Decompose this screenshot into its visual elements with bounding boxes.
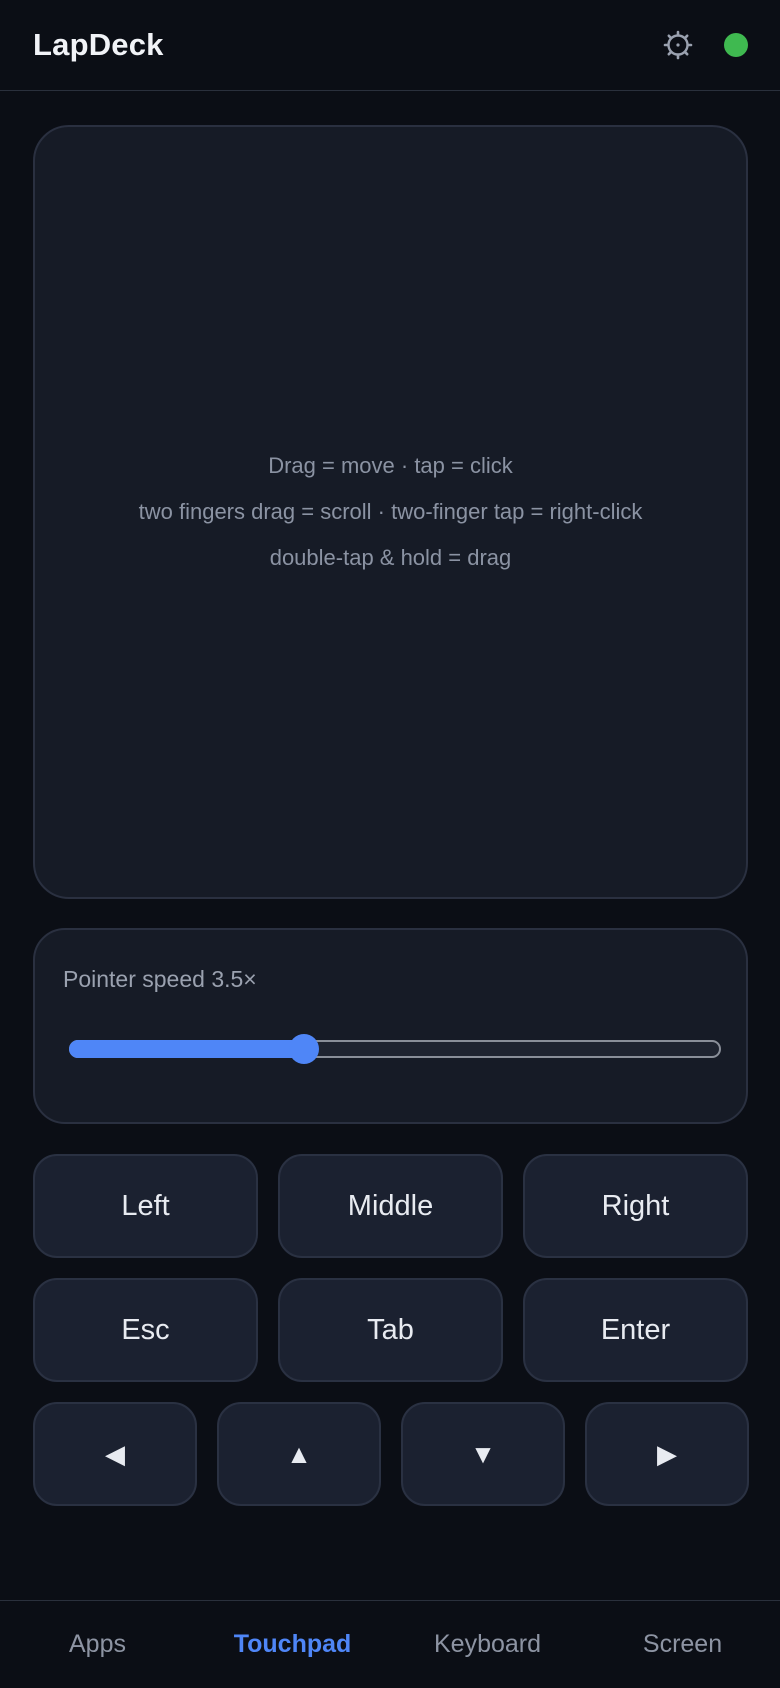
arrow-down-icon: ▼ — [470, 1438, 496, 1469]
tab-apps[interactable]: Apps — [0, 1601, 195, 1688]
left-click-button[interactable]: Left — [33, 1154, 258, 1258]
tab-screen[interactable]: Screen — [585, 1601, 780, 1688]
bottom-nav: Apps Touchpad Keyboard Screen — [0, 1600, 780, 1688]
arrow-right-button[interactable]: ▶ — [585, 1402, 749, 1506]
arrow-right-icon: ▶ — [657, 1438, 677, 1469]
touchpad-hint-drag: double-tap & hold = drag — [269, 545, 512, 570]
pointer-speed-slider[interactable] — [69, 1034, 721, 1064]
esc-key-button[interactable]: Esc — [33, 1278, 258, 1382]
tab-keyboard[interactable]: Keyboard — [390, 1601, 585, 1688]
enter-key-button[interactable]: Enter — [523, 1278, 748, 1382]
pointer-speed-panel: Pointer speed 3.5× — [33, 928, 748, 1124]
arrow-left-button[interactable]: ◀ — [33, 1402, 197, 1506]
connection-status-dot — [724, 33, 748, 57]
slider-thumb[interactable] — [288, 1034, 319, 1064]
gear-icon[interactable] — [662, 29, 694, 61]
touchpad-surface[interactable]: Drag = move · tap = click two fingers dr… — [33, 125, 748, 899]
header-actions — [662, 29, 748, 61]
arrow-up-button[interactable]: ▲ — [217, 1402, 381, 1506]
right-click-button[interactable]: Right — [523, 1154, 748, 1258]
arrow-up-icon: ▲ — [286, 1438, 312, 1469]
pointer-speed-label: Pointer speed 3.5× — [63, 966, 257, 992]
middle-click-button[interactable]: Middle — [278, 1154, 503, 1258]
arrow-left-icon: ◀ — [105, 1438, 125, 1469]
slider-fill — [69, 1040, 304, 1058]
touchpad-hint-scroll: two fingers drag = scroll · two-finger t… — [138, 499, 643, 524]
app-root: LapDeck Drag = move · tap = click two fi… — [0, 0, 780, 1688]
app-title: LapDeck — [33, 27, 164, 62]
tab-key-button[interactable]: Tab — [278, 1278, 503, 1382]
tab-touchpad[interactable]: Touchpad — [195, 1601, 390, 1688]
header-bar: LapDeck — [0, 0, 780, 91]
touchpad-hint-move: Drag = move · tap = click — [268, 453, 513, 478]
arrow-down-button[interactable]: ▼ — [401, 1402, 565, 1506]
